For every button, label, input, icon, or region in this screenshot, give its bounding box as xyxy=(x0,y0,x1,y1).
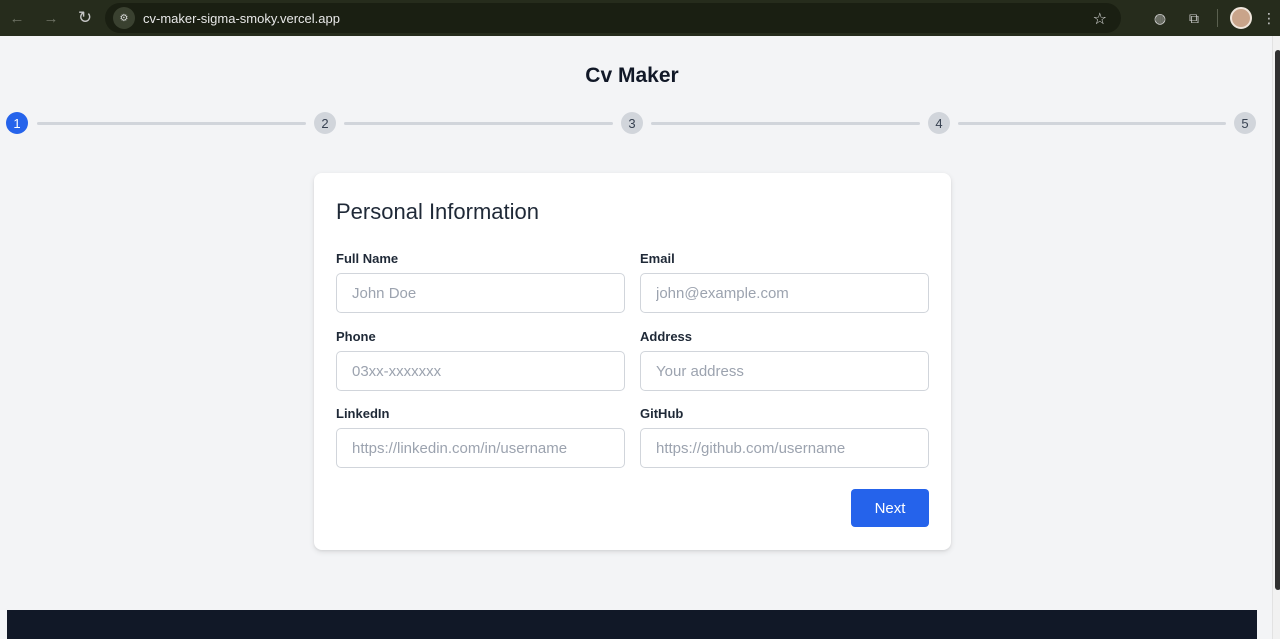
address-label: Address xyxy=(640,329,693,344)
full-name-label: Full Name xyxy=(336,251,399,266)
step-connector xyxy=(344,122,613,125)
github-input[interactable] xyxy=(640,428,929,468)
menu-kebab-icon[interactable]: ⋮ xyxy=(1258,0,1280,36)
scrollbar-thumb[interactable] xyxy=(1275,50,1280,590)
step-4[interactable]: 4 xyxy=(928,112,950,134)
address-bar[interactable]: ⚙ cv-maker-sigma-smoky.vercel.app ☆ xyxy=(105,3,1121,33)
phone-input[interactable] xyxy=(336,351,625,391)
email-input[interactable] xyxy=(640,273,929,313)
step-1[interactable]: 1 xyxy=(6,112,28,134)
section-title: Personal Information xyxy=(336,199,539,224)
github-group: GitHub xyxy=(640,406,929,468)
personal-info-card: Personal Information Full Name Email Pho… xyxy=(314,173,951,550)
step-3[interactable]: 3 xyxy=(621,112,643,134)
toolbar-divider xyxy=(1217,9,1218,27)
phone-group: Phone xyxy=(336,329,625,391)
address-input[interactable] xyxy=(640,351,929,391)
step-connector xyxy=(37,122,306,125)
browser-toolbar: ← → ↻ ⚙ cv-maker-sigma-smoky.vercel.app … xyxy=(0,0,1280,36)
progress-stepper: 1 2 3 4 5 xyxy=(6,112,1258,134)
linkedin-input[interactable] xyxy=(336,428,625,468)
globe-icon[interactable]: ◍ xyxy=(1143,0,1177,36)
linkedin-label: LinkedIn xyxy=(336,406,390,421)
bookmark-star-icon[interactable]: ☆ xyxy=(1093,9,1107,29)
profile-avatar[interactable] xyxy=(1224,0,1258,36)
browser-actions: ◍ ⧉ ⋮ xyxy=(1143,0,1280,36)
forward-arrow-icon[interactable]: → xyxy=(34,4,68,32)
step-connector xyxy=(958,122,1226,125)
linkedin-group: LinkedIn xyxy=(336,406,625,468)
address-bar-url[interactable]: cv-maker-sigma-smoky.vercel.app xyxy=(143,11,340,26)
address-group: Address xyxy=(640,329,929,391)
app-title: Cv Maker xyxy=(585,64,679,87)
avatar xyxy=(1230,7,1252,29)
page: Cv Maker 1 2 3 4 5 Personal Information … xyxy=(0,36,1272,639)
full-name-input[interactable] xyxy=(336,273,625,313)
page-scrollbar[interactable] xyxy=(1272,36,1280,639)
step-2[interactable]: 2 xyxy=(314,112,336,134)
github-label: GitHub xyxy=(640,406,684,421)
email-group: Email xyxy=(640,251,929,313)
email-label: Email xyxy=(640,251,675,266)
extensions-icon[interactable]: ⧉ xyxy=(1177,0,1211,36)
step-connector xyxy=(651,122,920,125)
phone-label: Phone xyxy=(336,329,376,344)
site-settings-icon[interactable]: ⚙ xyxy=(113,7,135,29)
footer xyxy=(7,610,1257,639)
step-5[interactable]: 5 xyxy=(1234,112,1256,134)
full-name-group: Full Name xyxy=(336,251,625,313)
next-button[interactable]: Next xyxy=(851,489,929,527)
back-arrow-icon[interactable]: ← xyxy=(0,4,34,32)
reload-icon[interactable]: ↻ xyxy=(68,4,102,32)
